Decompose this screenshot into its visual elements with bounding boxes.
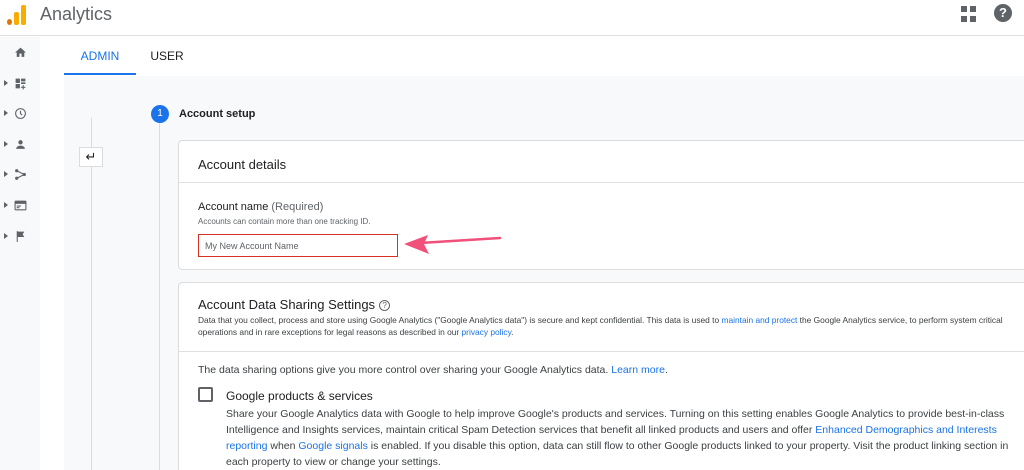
rail-audience[interactable]: [0, 131, 40, 159]
annotation-arrow-icon: [404, 235, 502, 254]
data-sharing-card: Account Data Sharing Settings? Data that…: [178, 282, 1024, 470]
realtime-icon: [15, 108, 26, 119]
app-title: Analytics: [40, 4, 113, 24]
help-circle-icon[interactable]: ?: [379, 300, 391, 311]
option-desc-2: when: [267, 440, 299, 452]
google-products-title[interactable]: Google products & services: [226, 389, 373, 403]
step-number-badge: 1: [151, 105, 169, 123]
conversions-icon: [16, 231, 25, 242]
customization-icon: [15, 78, 26, 90]
column-divider: [91, 118, 92, 470]
step-title: Account setup: [179, 108, 256, 120]
rail-home[interactable]: [0, 39, 40, 67]
options-intro-end: .: [664, 364, 668, 376]
data-sharing-title: Account Data Sharing Settings?: [198, 297, 391, 312]
data-sharing-title-text: Account Data Sharing Settings: [198, 297, 376, 312]
step-connector: [159, 123, 160, 470]
required-marker: (Required): [271, 201, 324, 213]
maintain-and-protect-link[interactable]: maintain and protect: [721, 315, 797, 325]
top-bar: Analytics ?: [0, 0, 1024, 36]
acquisition-icon: [15, 169, 26, 180]
google-products-checkbox[interactable]: [198, 387, 213, 402]
sharing-options-intro: The data sharing options give you more c…: [198, 364, 668, 376]
tab-user[interactable]: USER: [136, 37, 198, 75]
rail-realtime[interactable]: [0, 100, 40, 128]
back-button[interactable]: ↵: [79, 147, 103, 167]
card-header: Account details: [179, 141, 1024, 183]
learn-more-link[interactable]: Learn more: [611, 364, 665, 376]
account-name-label-text: Account name: [198, 201, 269, 213]
options-intro-text: The data sharing options give you more c…: [198, 364, 612, 376]
privacy-policy-link[interactable]: privacy policy: [462, 327, 512, 337]
data-sharing-header: Account Data Sharing Settings? Data that…: [179, 283, 1024, 352]
account-name-input[interactable]: [198, 234, 398, 257]
google-signals-link[interactable]: Google signals: [298, 440, 367, 452]
rail-customization[interactable]: [0, 70, 40, 98]
rail-behavior[interactable]: [0, 192, 40, 220]
data-sharing-description: Data that you collect, process and store…: [198, 314, 1023, 338]
account-name-hint: Accounts can contain more than one track…: [198, 217, 371, 226]
rail-acquisition[interactable]: [0, 161, 40, 189]
account-details-title: Account details: [198, 157, 287, 172]
google-products-description: Share your Google Analytics data with Go…: [226, 406, 1020, 470]
home-icon: [15, 47, 26, 57]
account-details-card: Account details Account name (Required) …: [178, 140, 1024, 270]
behavior-icon: [14, 200, 27, 211]
tabs: ADMIN USER: [64, 37, 1024, 75]
apps-grid-icon[interactable]: [961, 6, 977, 22]
rail-conversions[interactable]: [0, 223, 40, 251]
desc-text-1: Data that you collect, process and store…: [198, 315, 722, 325]
account-name-label: Account name (Required): [198, 201, 323, 213]
back-arrow-icon: ↵: [85, 149, 97, 164]
left-rail: [0, 37, 40, 470]
tab-admin[interactable]: ADMIN: [64, 37, 136, 75]
audience-icon: [16, 140, 25, 149]
analytics-logo-icon[interactable]: [6, 3, 28, 25]
desc-text-3: .: [511, 327, 514, 337]
help-icon[interactable]: ?: [994, 4, 1012, 22]
